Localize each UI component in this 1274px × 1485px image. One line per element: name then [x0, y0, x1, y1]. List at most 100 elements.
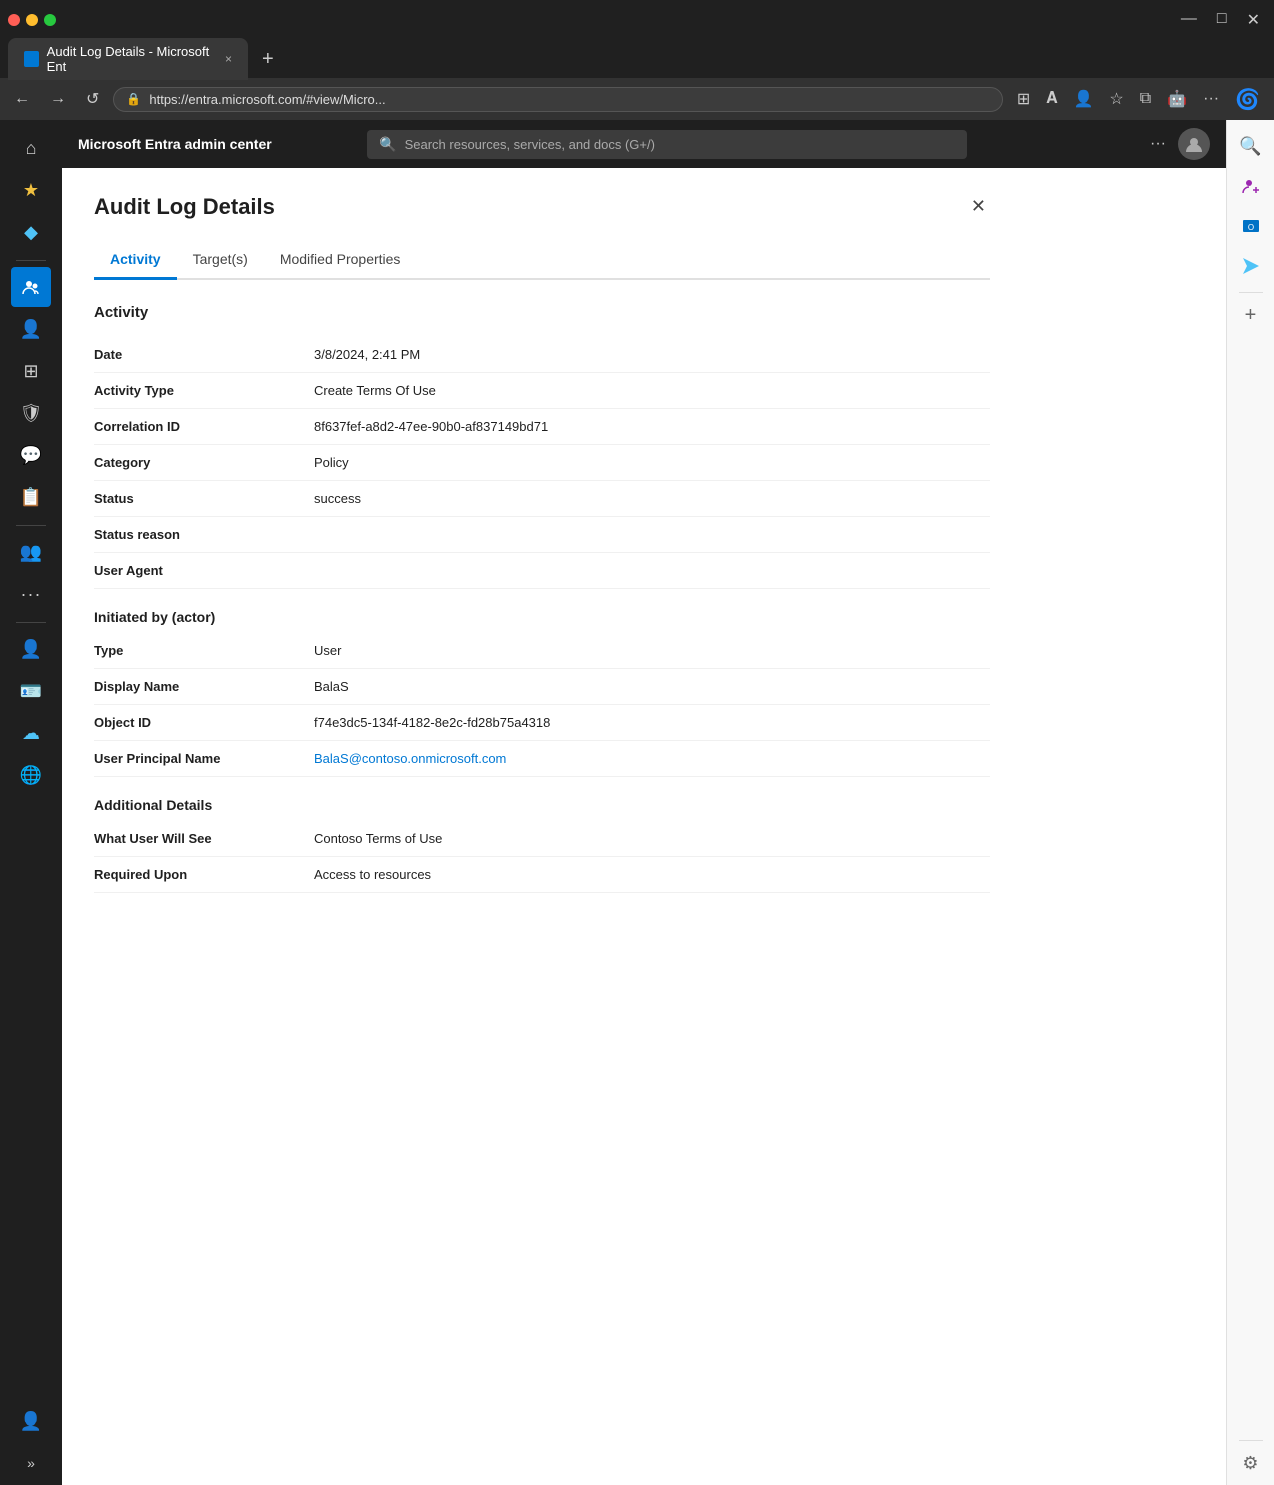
right-icon-gear[interactable]: ⚙ [1233, 1445, 1269, 1481]
panel-title: Audit Log Details [94, 194, 275, 220]
sidebar-item-reports[interactable]: 📋 [11, 477, 51, 517]
minimize-window-btn[interactable] [26, 14, 38, 26]
field-label-display-name: Display Name [94, 679, 314, 694]
new-tab-btn[interactable]: + [256, 48, 280, 71]
additional-details-heading: Additional Details [94, 797, 990, 813]
title-bar: — □ ✕ [0, 0, 1274, 40]
tab-close-btn[interactable]: × [225, 52, 232, 66]
field-label-required-upon: Required Upon [94, 867, 314, 882]
field-row-status-reason: Status reason [94, 517, 990, 553]
header-avatar[interactable] [1178, 128, 1210, 160]
sidebar-item-diamond[interactable]: ◆ [11, 212, 51, 252]
extensions-btn[interactable]: ⊞ [1011, 85, 1036, 113]
sidebar-item-apps[interactable]: ⊞ [11, 351, 51, 391]
tab-modified-properties[interactable]: Modified Properties [264, 241, 417, 280]
panel-close-btn[interactable]: ✕ [967, 192, 990, 221]
field-row-upn: User Principal Name BalaS@contoso.onmicr… [94, 741, 990, 777]
field-label-object-id: Object ID [94, 715, 314, 730]
sidebar-item-identity[interactable]: 👤 [11, 309, 51, 349]
sidebar-item-protection[interactable]: 🛡 [11, 393, 51, 433]
sidebar-item-chevrons[interactable]: » [11, 1443, 51, 1483]
field-value-activity-type: Create Terms Of Use [314, 383, 990, 398]
sidebar-item-person-bottom[interactable]: 👤 [11, 1401, 51, 1441]
close-window-btn[interactable] [8, 14, 20, 26]
maximize-window-btn[interactable] [44, 14, 56, 26]
field-row-date: Date 3/8/2024, 2:41 PM [94, 337, 990, 373]
read-aloud-btn[interactable]: 𝐀 [1040, 86, 1063, 112]
right-divider-2 [1239, 1440, 1263, 1441]
right-icon-plus[interactable]: + [1233, 297, 1269, 333]
refresh-btn[interactable]: ↺ [80, 85, 105, 113]
restore-btn[interactable]: □ [1211, 8, 1233, 32]
nav-actions: ⊞ 𝐀 👤 ☆ ⧉ 🤖 ··· 🌀 [1011, 83, 1266, 116]
app-shell: ⌂ ★ ◆ 👤 ⊞ 🛡 💬 📋 👥 ··· 👤 🪪 ☁ 🌐 👤 » [0, 120, 1274, 1485]
minimize-btn[interactable]: — [1175, 8, 1203, 32]
sidebar-item-cloud[interactable]: ☁ [11, 713, 51, 753]
app-logo: Microsoft Entra admin center [78, 136, 272, 152]
sidebar-item-favorites[interactable]: ★ [11, 170, 51, 210]
field-row-object-id: Object ID f74e3dc5-134f-4182-8e2c-fd28b7… [94, 705, 990, 741]
window-buttons-right: — □ ✕ [1175, 8, 1266, 32]
right-icon-send[interactable] [1233, 248, 1269, 284]
favorites-btn[interactable]: ☆ [1103, 85, 1129, 113]
sidebar-item-chat[interactable]: 💬 [11, 435, 51, 475]
address-bar[interactable]: 🔒 https://entra.microsoft.com/#view/Micr… [113, 87, 1003, 112]
sidebar-item-card-blue[interactable]: 🪪 [11, 671, 51, 711]
field-label-what-user-sees: What User Will See [94, 831, 314, 846]
forward-btn[interactable]: → [44, 86, 72, 112]
header-actions: ··· [1146, 128, 1210, 160]
right-icon-search[interactable]: 🔍 [1233, 128, 1269, 164]
field-label-type: Type [94, 643, 314, 658]
right-icon-outlook[interactable]: O [1233, 208, 1269, 244]
tab-favicon [24, 51, 39, 67]
right-icon-person-add[interactable] [1233, 168, 1269, 204]
field-label-activity-type: Activity Type [94, 383, 314, 398]
more-actions-btn[interactable]: ··· [1197, 86, 1225, 112]
panel: Audit Log Details ✕ Activity Target(s) M… [62, 168, 1022, 917]
field-value-upn[interactable]: BalaS@contoso.onmicrosoft.com [314, 751, 990, 766]
field-row-status: Status success [94, 481, 990, 517]
field-rows: Date 3/8/2024, 2:41 PM Activity Type Cre… [94, 337, 990, 589]
tab-targets[interactable]: Target(s) [177, 241, 264, 280]
field-value-category: Policy [314, 455, 990, 470]
field-label-date: Date [94, 347, 314, 362]
sidebar-divider-3 [16, 622, 46, 623]
field-row-correlation-id: Correlation ID 8f637fef-a8d2-47ee-90b0-a… [94, 409, 990, 445]
profile-btn[interactable]: 👤 [1067, 85, 1099, 113]
field-row-type: Type User [94, 633, 990, 669]
tab-activity[interactable]: Activity [94, 241, 177, 280]
nav-bar: ← → ↺ 🔒 https://entra.microsoft.com/#vie… [0, 78, 1274, 120]
panel-title-row: Audit Log Details ✕ [94, 192, 990, 221]
field-label-upn: User Principal Name [94, 751, 314, 766]
search-icon: 🔍 [379, 136, 396, 153]
sidebar-divider-1 [16, 260, 46, 261]
field-value-what-user-sees: Contoso Terms of Use [314, 831, 990, 846]
address-text: https://entra.microsoft.com/#view/Micro.… [149, 92, 990, 107]
activity-section-heading: Activity [94, 304, 990, 321]
sidebar-item-home[interactable]: ⌂ [11, 128, 51, 168]
field-row-user-agent: User Agent [94, 553, 990, 589]
field-value-required-upon: Access to resources [314, 867, 990, 882]
sidebar-item-group-settings[interactable]: 👥 [11, 532, 51, 572]
browser-tab[interactable]: Audit Log Details - Microsoft Ent × [8, 38, 248, 80]
sidebar-item-more[interactable]: ··· [11, 574, 51, 614]
header-search[interactable]: 🔍 Search resources, services, and docs (… [367, 130, 967, 159]
sidebar: ⌂ ★ ◆ 👤 ⊞ 🛡 💬 📋 👥 ··· 👤 🪪 ☁ 🌐 👤 » [0, 120, 62, 1485]
back-btn[interactable]: ← [8, 86, 36, 112]
field-row-activity-type: Activity Type Create Terms Of Use [94, 373, 990, 409]
copilot-btn[interactable]: 🤖 [1161, 85, 1193, 113]
sidebar-item-connected[interactable]: 👤 [11, 629, 51, 669]
field-value-date: 3/8/2024, 2:41 PM [314, 347, 990, 362]
collections-btn[interactable]: ⧉ [1134, 86, 1157, 112]
field-value-display-name: BalaS [314, 679, 990, 694]
right-divider-1 [1239, 292, 1263, 293]
close-btn[interactable]: ✕ [1241, 8, 1266, 32]
sidebar-item-globe[interactable]: 🌐 [11, 755, 51, 795]
field-row-category: Category Policy [94, 445, 990, 481]
field-row-display-name: Display Name BalaS [94, 669, 990, 705]
field-value-type: User [314, 643, 990, 658]
header-more-btn[interactable]: ··· [1146, 131, 1170, 157]
sidebar-item-users[interactable] [11, 267, 51, 307]
field-label-correlation-id: Correlation ID [94, 419, 314, 434]
main-content: Microsoft Entra admin center 🔍 Search re… [62, 120, 1226, 1485]
